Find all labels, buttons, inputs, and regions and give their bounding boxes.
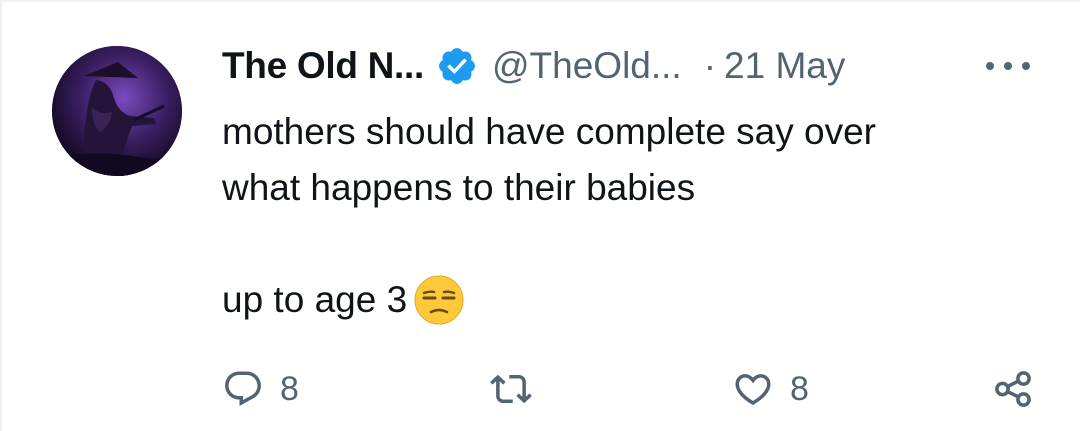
reply-icon: [225, 371, 261, 406]
tweet-card[interactable]: The Old N... @TheOld... · 21 May mothers…: [0, 0, 1080, 431]
heart-icon: [735, 374, 771, 406]
retweet-icon: [490, 374, 532, 404]
display-name[interactable]: The Old N...: [222, 45, 424, 87]
tweet-text-line: up to age 3: [222, 279, 408, 320]
share-icon: [995, 371, 1031, 407]
tweet-text-line-emoji: up to age 3: [222, 272, 1042, 328]
tweet-text: mothers should have complete say over wh…: [222, 104, 1042, 328]
share-button[interactable]: [992, 364, 1034, 414]
more-dot: [1004, 62, 1012, 70]
more-dot: [986, 62, 994, 70]
timestamp[interactable]: 21 May: [724, 45, 845, 87]
handle[interactable]: @TheOld...: [492, 45, 682, 87]
separator-dot: ·: [703, 45, 717, 86]
unamused-face-emoji: [413, 274, 465, 326]
more-dot: [1022, 62, 1030, 70]
tweet-text-line: what happens to their babies: [222, 167, 696, 208]
reply-button[interactable]: 8: [222, 364, 299, 414]
avatar[interactable]: [52, 46, 182, 176]
more-dots-icon[interactable]: [986, 56, 1030, 76]
like-button[interactable]: 8: [732, 364, 809, 414]
avatar-image: [52, 46, 182, 176]
action-bar: 8 8: [222, 364, 1038, 414]
verified-badge-icon[interactable]: [436, 45, 478, 87]
reply-count: 8: [280, 369, 299, 408]
like-count: 8: [790, 369, 809, 408]
retweet-button[interactable]: [490, 364, 532, 414]
tweet-text-line: mothers should have complete say over: [222, 111, 877, 152]
tweet-header: The Old N... @TheOld... · 21 May: [222, 40, 845, 92]
